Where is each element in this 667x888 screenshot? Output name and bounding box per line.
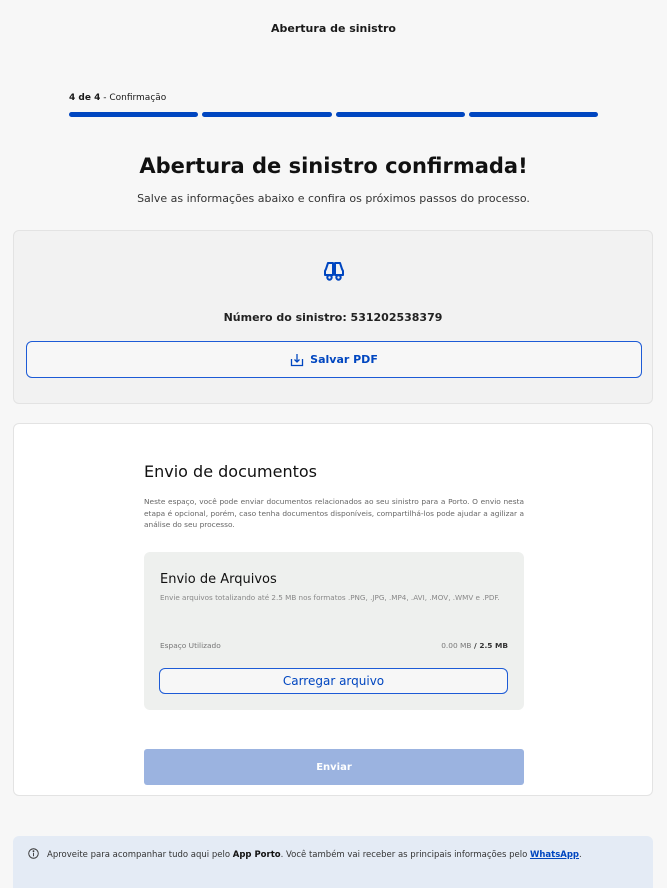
send-button[interactable]: Enviar	[144, 749, 524, 785]
storage-used-amount: 0.00 MB	[441, 641, 472, 650]
progress-segment	[69, 112, 199, 117]
progress-step-separator: -	[100, 93, 110, 103]
info-text-part: . Você também vai receber as principais …	[280, 850, 530, 860]
progress-segment	[335, 112, 465, 117]
progress-segment	[468, 112, 598, 117]
storage-total: 2.5 MB	[479, 641, 508, 650]
progress-step-count: 4 de 4	[69, 93, 101, 103]
storage-used-label: Espaço Utilizado	[160, 641, 221, 650]
file-upload-description: Envie arquivos totalizando até 2.5 MB no…	[160, 593, 500, 602]
file-upload-panel: Envio de Arquivos Envie arquivos totaliz…	[144, 552, 524, 710]
save-pdf-button[interactable]: Salvar PDF	[26, 341, 642, 378]
documents-description: Neste espaço, você pode enviar documento…	[144, 497, 524, 529]
confirmation-title: Abertura de sinistro confirmada!	[139, 154, 528, 178]
documents-card: Envio de documentos Neste espaço, você p…	[13, 423, 653, 796]
info-text: Aproveite para acompanhar tudo aqui pelo…	[47, 848, 637, 862]
progress-bar	[69, 112, 598, 117]
upload-file-button[interactable]: Carregar arquivo	[159, 668, 508, 694]
car-icon	[324, 262, 344, 281]
info-text-part: Aproveite para acompanhar tudo aqui pelo	[47, 850, 233, 860]
storage-used-value: 0.00 MB / 2.5 MB	[441, 641, 508, 650]
save-pdf-label: Salvar PDF	[310, 353, 378, 366]
file-upload-title: Envio de Arquivos	[160, 572, 277, 587]
documents-title: Envio de documentos	[144, 462, 317, 481]
info-banner: Aproveite para acompanhar tudo aqui pelo…	[13, 836, 653, 888]
info-icon	[28, 848, 39, 859]
download-icon	[291, 353, 304, 366]
confirmation-subtitle: Salve as informações abaixo e confira os…	[137, 192, 530, 205]
app-porto-label: App Porto	[232, 850, 281, 860]
progress-step-label: 4 de 4 - Confirmação	[69, 93, 166, 103]
progress-step-name: Confirmação	[109, 93, 167, 103]
page-header-title: Abertura de sinistro	[271, 22, 396, 35]
whatsapp-link[interactable]: WhatsApp	[530, 850, 579, 860]
claim-card: Número do sinistro: 531202538379 Salvar …	[13, 230, 653, 404]
claim-number: Número do sinistro: 531202538379	[223, 311, 443, 324]
progress-segment	[202, 112, 332, 117]
info-text-part: .	[579, 850, 582, 860]
